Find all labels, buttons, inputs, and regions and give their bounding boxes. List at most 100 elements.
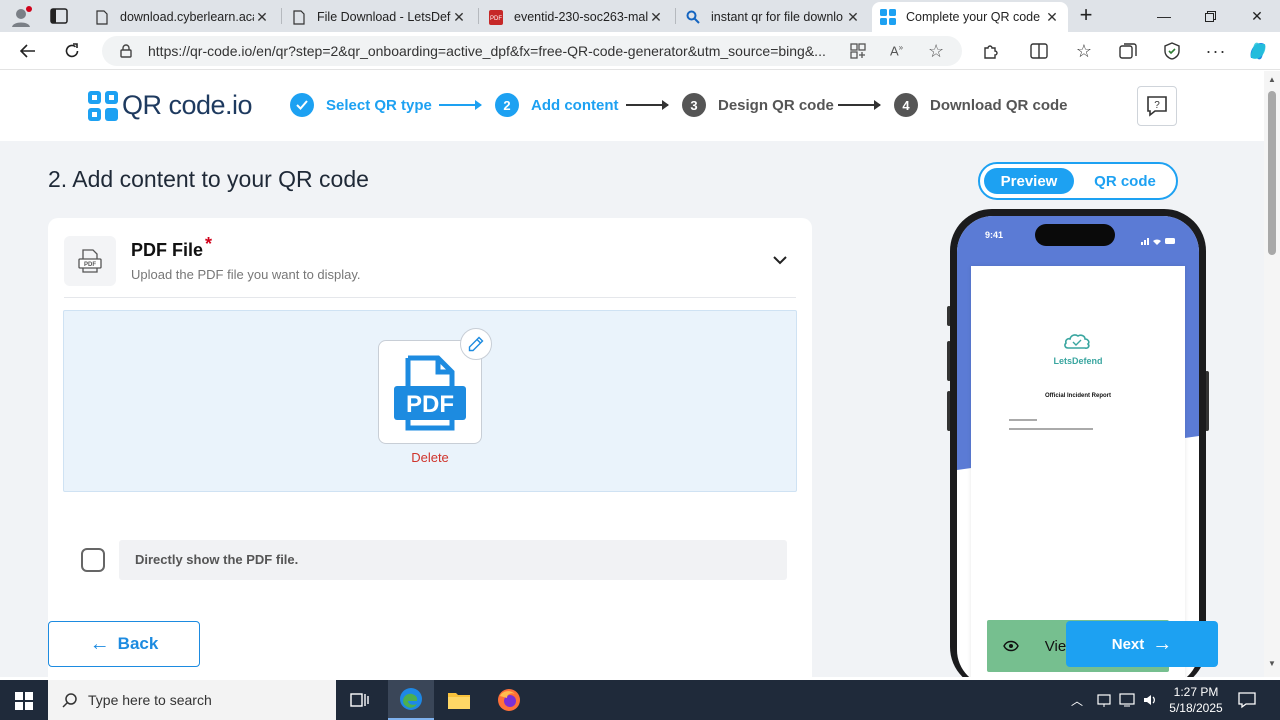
report-text-line — [1009, 428, 1093, 430]
close-tab-icon[interactable]: ✕ — [845, 9, 861, 26]
favorites-icon[interactable]: ☆ — [1069, 37, 1099, 65]
tab-eventid-pdf[interactable]: PDF eventid-230-soc263-mali ✕ — [480, 2, 672, 32]
step-label: Design QR code — [718, 96, 834, 114]
file-explorer-icon[interactable] — [447, 690, 471, 715]
browser-essentials-icon[interactable] — [1157, 37, 1187, 65]
tab-bar: download.cyberlearn.aca ✕ File Download … — [0, 0, 1280, 32]
edit-pencil-button[interactable] — [460, 328, 492, 360]
scroll-up-icon[interactable]: ▲ — [1268, 75, 1276, 84]
tab-title: eventid-230-soc263-mali — [514, 10, 648, 24]
scroll-down-icon[interactable]: ▼ — [1268, 659, 1276, 668]
phone-preview: 9:41 LetsDefend Official Incident Report… — [950, 209, 1206, 677]
pencil-icon — [468, 336, 484, 352]
tab-title: instant qr for file downlo — [711, 10, 844, 24]
page-scrollbar[interactable]: ▲ ▼ — [1264, 71, 1280, 677]
phone-screen: 9:41 LetsDefend Official Incident Report… — [957, 216, 1199, 677]
edge-taskbar-icon[interactable] — [388, 680, 434, 720]
firefox-icon[interactable] — [497, 688, 521, 717]
step-arrow-icon — [838, 100, 881, 110]
extensions-icon[interactable] — [976, 37, 1006, 65]
pdf-file-subtitle: Upload the PDF file you want to display. — [131, 267, 361, 282]
back-button[interactable]: ← Back — [48, 621, 200, 667]
chevron-down-icon[interactable] — [770, 250, 790, 270]
profile-avatar-icon[interactable] — [10, 6, 32, 28]
letsdefend-brand: LetsDefend — [1053, 356, 1103, 366]
delete-link[interactable]: Delete — [396, 450, 464, 465]
pdf-upload-zone[interactable]: PDF Delete — [63, 310, 797, 492]
back-arrow-icon[interactable] — [13, 37, 43, 65]
read-aloud-icon[interactable]: A» — [890, 43, 903, 58]
tab-instant-qr-search[interactable]: instant qr for file downlo ✕ — [677, 2, 869, 32]
next-button[interactable]: Next → — [1066, 621, 1218, 667]
toggle-preview-button[interactable]: Preview — [984, 168, 1074, 194]
directly-show-label: Directly show the PDF file. — [135, 552, 299, 567]
step-design-qr-code[interactable]: 3 Design QR code — [682, 93, 834, 117]
tab-title: Complete your QR code — [906, 10, 1041, 24]
tab-download-cyberlearn[interactable]: download.cyberlearn.aca ✕ — [86, 2, 278, 32]
page-icon — [94, 9, 110, 25]
scroll-thumb[interactable] — [1268, 91, 1276, 255]
new-tab-button[interactable]: + — [1074, 3, 1098, 27]
monitor-icon[interactable] — [1119, 680, 1135, 720]
pdf-page-preview: LetsDefend Official Incident Report — [971, 266, 1185, 677]
refresh-icon[interactable] — [57, 37, 87, 65]
taskbar-search[interactable]: Type here to search — [48, 680, 336, 720]
clock-time: 1:27 PM — [1173, 685, 1219, 699]
task-view-icon[interactable] — [350, 691, 370, 714]
tab-file-download-letsdefend[interactable]: File Download - LetsDefe ✕ — [283, 2, 475, 32]
tab-separator — [675, 8, 676, 24]
volume-icon[interactable] — [1142, 680, 1158, 720]
more-menu-icon[interactable]: ··· — [1201, 37, 1231, 65]
tab-separator — [281, 8, 282, 24]
page-icon — [291, 9, 307, 25]
close-tab-icon[interactable]: ✕ — [451, 9, 467, 26]
copilot-icon[interactable] — [1243, 37, 1273, 65]
lock-icon[interactable] — [120, 44, 132, 63]
close-tab-icon[interactable]: ✕ — [254, 9, 270, 26]
help-button[interactable]: ? — [1137, 86, 1177, 126]
tab-complete-qr-code[interactable]: Complete your QR code ✕ — [872, 2, 1068, 32]
clock[interactable]: 1:27 PM 5/18/2025 — [1166, 684, 1226, 716]
search-icon — [62, 692, 78, 713]
favorite-star-icon[interactable]: ☆ — [928, 41, 944, 62]
restore-icon[interactable] — [1187, 0, 1233, 32]
app-available-icon[interactable] — [850, 43, 866, 64]
qr-logo-icon — [880, 9, 896, 25]
step-add-content[interactable]: 2 Add content — [495, 93, 619, 117]
close-tab-icon[interactable]: ✕ — [648, 9, 664, 26]
step-arrow-icon — [626, 100, 669, 110]
search-icon — [685, 9, 701, 25]
qr-code-io-logo[interactable]: QR code.io — [88, 90, 253, 121]
divider — [64, 297, 796, 298]
tab-title: File Download - LetsDefe — [317, 10, 451, 24]
pdf-heading-text: PDF File — [131, 240, 204, 260]
directly-show-option[interactable]: Directly show the PDF file. — [119, 540, 787, 580]
network-icon[interactable] — [1096, 680, 1112, 720]
minimize-icon[interactable]: — — [1141, 0, 1187, 32]
notifications-icon[interactable] — [1238, 691, 1256, 714]
step-select-qr-type[interactable]: Select QR type — [290, 93, 432, 117]
step-label: Add content — [531, 96, 619, 114]
arrow-right-icon: → — [1152, 632, 1173, 655]
browser-toolbar: https://qr-code.io/en/qr?step=2&qr_onboa… — [0, 32, 1280, 70]
tray-overflow-icon[interactable]: ︿ — [1071, 680, 1083, 720]
step-download-qr-code[interactable]: 4 Download QR code — [894, 93, 1068, 117]
close-tab-icon[interactable]: ✕ — [1044, 9, 1060, 26]
preview-qr-toggle: Preview QR code — [978, 162, 1178, 200]
step-number: 2 — [495, 93, 519, 117]
report-text-line — [1009, 419, 1037, 421]
split-screen-icon[interactable] — [1024, 37, 1054, 65]
collections-icon[interactable] — [1113, 37, 1143, 65]
svg-text:?: ? — [1154, 100, 1160, 111]
windows-start-icon[interactable] — [15, 692, 33, 715]
pdf-file-heading: PDF File * — [131, 234, 212, 261]
address-bar[interactable]: https://qr-code.io/en/qr?step=2&qr_onboa… — [102, 36, 962, 66]
toggle-qr-code-button[interactable]: QR code — [1080, 168, 1170, 194]
svg-text:PDF: PDF — [490, 16, 502, 22]
section-title: 2. Add content to your QR code — [48, 166, 369, 192]
page-content: QR code.io Select QR type 2 Add content … — [0, 71, 1264, 677]
url-text[interactable]: https://qr-code.io/en/qr?step=2&qr_onboa… — [148, 43, 848, 59]
tab-actions-icon[interactable] — [50, 8, 68, 24]
directly-show-checkbox[interactable] — [81, 548, 105, 572]
close-window-icon[interactable]: ✕ — [1234, 0, 1280, 32]
